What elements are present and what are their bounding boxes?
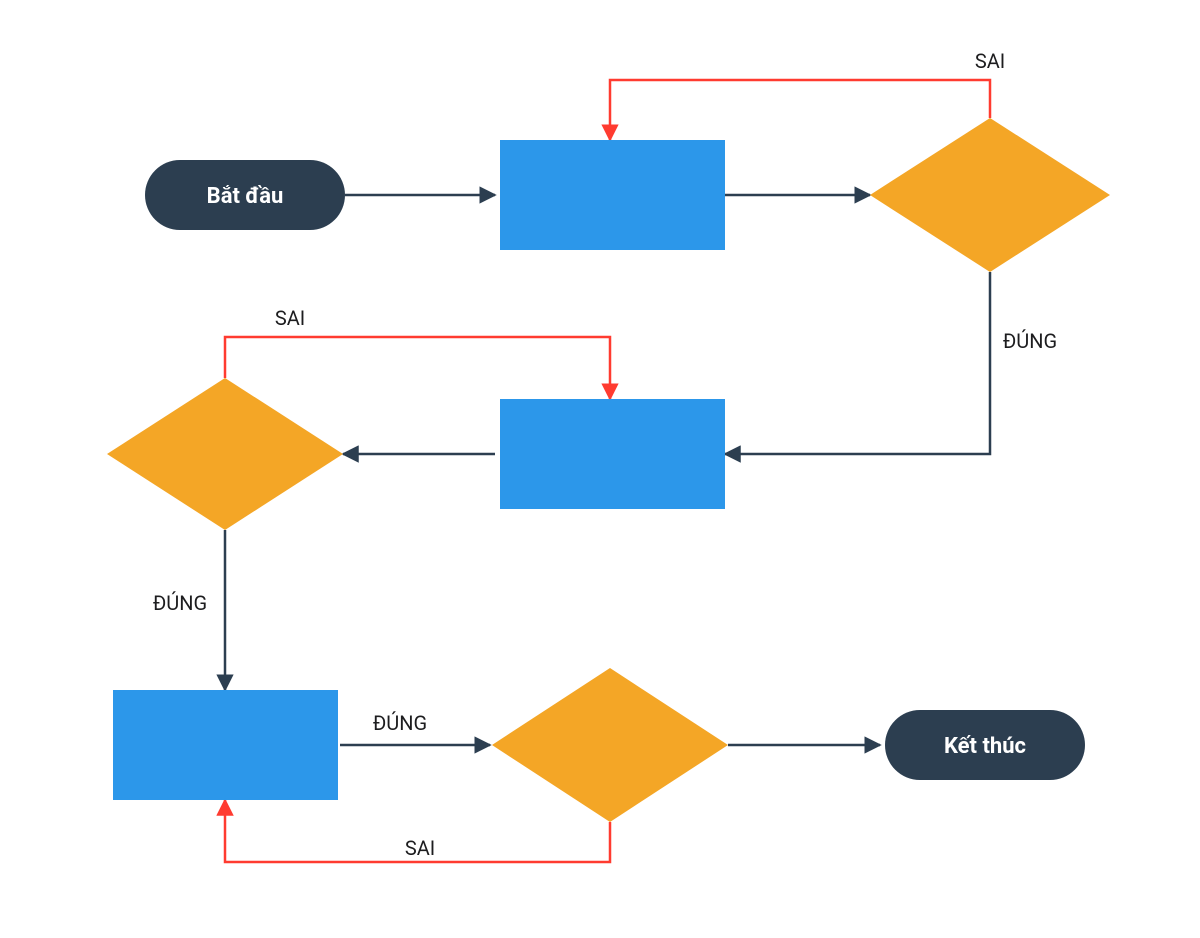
process-p1 (500, 140, 725, 250)
process-p2 (500, 399, 725, 509)
edge-label-d2-true: ĐÚNG (153, 591, 207, 615)
edge-label-d3-false: SAI (405, 836, 435, 860)
edge-d2-false-to-p2 (225, 337, 610, 399)
decision-d2 (107, 378, 343, 530)
decision-d1 (870, 118, 1110, 272)
terminator-start-label: Bắt đầu (207, 184, 284, 209)
edge-label-p3-d3: ĐÚNG (373, 711, 427, 735)
edge-d1-false-to-p1 (610, 80, 990, 140)
edge-d1-true-to-p2 (725, 272, 990, 454)
flowchart-canvas: SAI ĐÚNG SAI ĐÚNG ĐÚNG SAI Bắt đầu Kết t… (0, 0, 1200, 938)
terminator-end-label: Kết thúc (944, 734, 1026, 759)
decision-d3 (492, 668, 728, 822)
terminator-end: Kết thúc (885, 710, 1085, 780)
edge-label-d1-true: ĐÚNG (1003, 329, 1057, 353)
edge-label-d1-false: SAI (975, 49, 1005, 73)
process-p3 (113, 690, 338, 800)
edge-label-d2-false: SAI (275, 306, 305, 330)
terminator-start: Bắt đầu (145, 160, 345, 230)
